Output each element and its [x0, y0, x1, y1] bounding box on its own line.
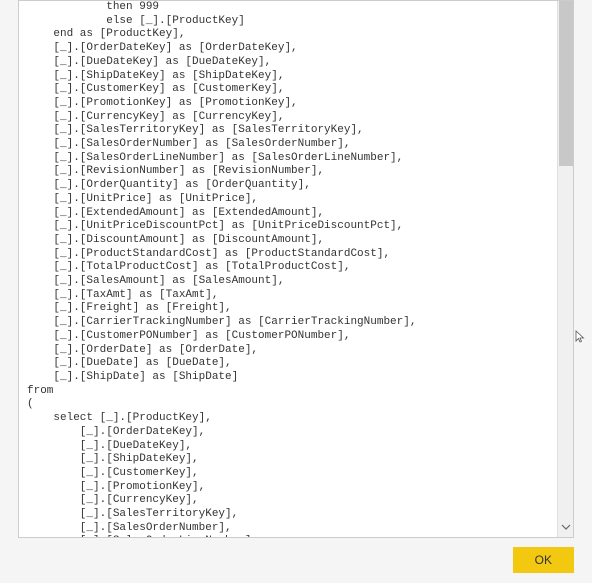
sql-code-text: then 999 else [_].[ProductKey] end as [P…: [19, 1, 557, 537]
chevron-down-icon: [561, 522, 571, 536]
dialog-button-bar: OK: [513, 547, 574, 573]
code-viewer-container: then 999 else [_].[ProductKey] end as [P…: [18, 0, 574, 538]
scrollbar-thumb[interactable]: [559, 1, 573, 166]
ok-button[interactable]: OK: [513, 547, 574, 573]
vertical-scrollbar[interactable]: [557, 1, 573, 537]
scrollbar-down-button[interactable]: [558, 521, 574, 537]
code-scroll-area: then 999 else [_].[ProductKey] end as [P…: [19, 1, 557, 537]
cursor-icon: [574, 330, 588, 344]
